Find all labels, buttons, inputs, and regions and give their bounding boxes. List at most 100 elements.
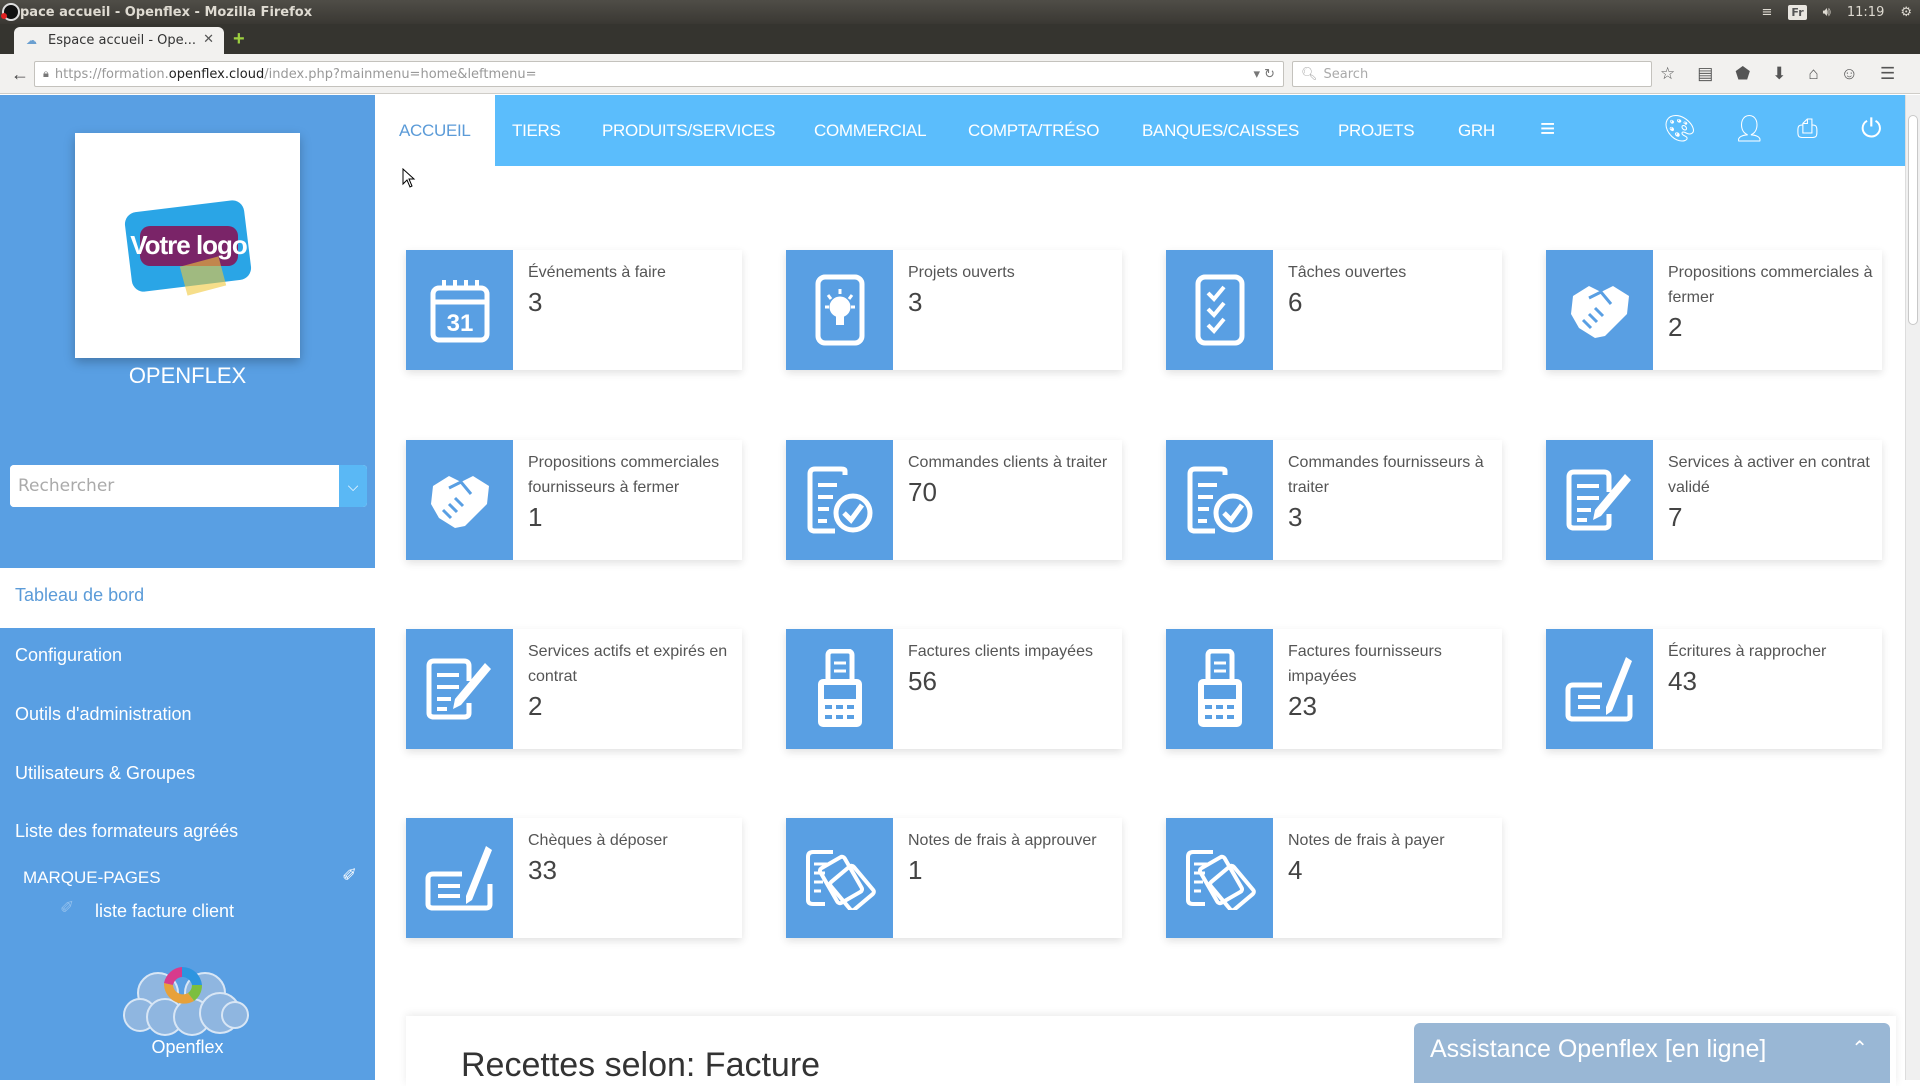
logo-text: Votre logo (130, 229, 248, 260)
card-value[interactable]: 70 (908, 475, 1113, 509)
dashboard-card[interactable]: Factures fournisseurs impayées 23 (1166, 629, 1502, 749)
home-icon[interactable]: ⌂ (1808, 64, 1818, 84)
card-value[interactable]: 2 (1668, 310, 1873, 344)
card-title: Projets ouverts (908, 264, 1015, 281)
tab-grh[interactable]: GRH (1458, 95, 1495, 166)
hamburger-icon[interactable]: ≡ (1540, 113, 1555, 144)
tab-commercial[interactable]: COMMERCIAL (814, 95, 927, 166)
bookmark-icon[interactable]: ✐ (342, 865, 357, 886)
dashboard-card[interactable]: Notes de frais à payer 4 (1166, 818, 1502, 938)
dashboard-card[interactable]: Notes de frais à approuver 1 (786, 818, 1122, 938)
tab-tiers[interactable]: TIERS (512, 95, 561, 166)
hamburger-menu-icon[interactable]: ☰ (1880, 64, 1895, 84)
reload-icon[interactable]: ▾ ↻ (1253, 67, 1275, 82)
dashboard-card[interactable]: Propositions commerciales à fermer 2 (1546, 250, 1882, 370)
dashboard-card[interactable]: Commandes clients à traiter 70 (786, 440, 1122, 560)
card-value[interactable]: 3 (528, 285, 733, 319)
company-name: OPENFLEX (128, 363, 247, 388)
browser-toolbar-icons: ☆ ▤ ⬟ ⬇ ⌂ ☺ ☰ (1660, 61, 1895, 87)
card-value[interactable]: 33 (528, 853, 733, 887)
user-icon[interactable]: 👤︎ (1733, 113, 1766, 144)
card-value[interactable]: 6 (1288, 285, 1493, 319)
card-value[interactable]: 4 (1288, 853, 1493, 887)
card-label: Commandes clients à traiter 70 (908, 450, 1113, 509)
browser-tab[interactable]: ☁ Espace accueil - Ope... ✕ (14, 27, 224, 54)
card-title: Commandes clients à traiter (908, 454, 1108, 471)
palette-icon[interactable]: 🎨︎ (1663, 113, 1696, 144)
card-title: Écritures à rapprocher (1668, 643, 1827, 660)
os-logo-icon (1, 3, 20, 21)
card-title: Tâches ouvertes (1288, 264, 1407, 281)
company-logo[interactable]: Votre logo (75, 133, 300, 358)
sidebar-search[interactable]: ⌵ (10, 465, 367, 507)
sidebar-item-tableau-de-bord[interactable]: Tableau de bord (0, 568, 375, 628)
card-value[interactable]: 3 (1288, 500, 1493, 534)
card-label: Écritures à rapprocher 43 (1668, 639, 1873, 698)
url-bar[interactable]: 🔒︎ https://formation. openflex.cloud/inde… (34, 61, 1284, 87)
dashboard-card[interactable]: Chèques à déposer 33 (406, 818, 742, 938)
assistance-chat-widget[interactable]: Assistance Openflex [en ligne] ⌃ (1414, 1023, 1890, 1083)
card-value[interactable]: 1 (908, 853, 1113, 887)
card-title: Événements à faire (528, 264, 666, 281)
payment-terminal-icon (786, 629, 893, 749)
bookmark-item[interactable]: liste facture client (95, 901, 234, 922)
dashboard-card[interactable]: Services à activer en contrat validé 7 (1546, 440, 1882, 560)
sidebar-search-input[interactable] (10, 465, 340, 507)
volume-icon[interactable]: 🔊︎ (1823, 5, 1831, 20)
power-icon[interactable]: ⏻ (1861, 113, 1882, 145)
star-icon[interactable]: ☆ (1660, 64, 1675, 84)
close-tab-icon[interactable]: ✕ (203, 32, 214, 47)
wifi-icon[interactable]: ≡ (1762, 5, 1773, 20)
card-value[interactable]: 1 (528, 500, 733, 534)
card-label: Services actifs et expirés en contrat 2 (528, 639, 733, 723)
tab-produits-services[interactable]: PRODUITS/SERVICES (602, 95, 775, 166)
card-value[interactable]: 43 (1668, 664, 1873, 698)
dashboard-card[interactable]: 31 Événements à faire 3 (406, 250, 742, 370)
download-icon[interactable]: ⬇ (1772, 64, 1786, 84)
url-prefix: https://formation. (54, 66, 169, 82)
bookmarks-title: MARQUE-PAGES (23, 868, 161, 887)
card-value[interactable]: 3 (908, 285, 1113, 319)
browser-search-input[interactable]: 🔍︎ Search (1292, 61, 1652, 87)
reading-list-icon[interactable]: ▤ (1697, 64, 1713, 84)
openflex-footer-label: Openflex (151, 1037, 224, 1057)
dashboard-card[interactable]: Projets ouverts 3 (786, 250, 1122, 370)
dashboard-card[interactable]: Écritures à rapprocher 43 (1546, 629, 1882, 749)
keyboard-layout-indicator[interactable]: Fr (1788, 4, 1807, 20)
dashboard-card[interactable]: Services actifs et expirés en contrat 2 (406, 629, 742, 749)
print-icon[interactable]: ⎙ (1797, 113, 1818, 145)
card-label: Notes de frais à approuver 1 (908, 828, 1113, 887)
sidebar-item-utilisateurs-groupes[interactable]: Utilisateurs & Groupes (15, 763, 195, 784)
dashboard-card[interactable]: Commandes fournisseurs à traiter 3 (1166, 440, 1502, 560)
card-value[interactable]: 23 (1288, 689, 1493, 723)
pocket-icon[interactable]: ⬟ (1735, 64, 1750, 84)
scrollbar-thumb[interactable] (1908, 115, 1918, 325)
chevron-down-icon[interactable]: ⌵ (339, 465, 367, 507)
back-arrow-icon[interactable]: ← (8, 62, 32, 86)
tab-projets[interactable]: PROJETS (1338, 95, 1415, 166)
sidebar-item-outils-administration[interactable]: Outils d'administration (15, 704, 192, 725)
chevron-up-icon[interactable]: ⌃ (1851, 1023, 1868, 1075)
dashboard-card[interactable]: Propositions commerciales fournisseurs à… (406, 440, 742, 560)
clock[interactable]: 11:19 (1847, 5, 1884, 20)
sidebar-item-formateurs[interactable]: Liste des formateurs agréés (15, 821, 238, 842)
card-value[interactable]: 56 (908, 664, 1113, 698)
dashboard-card[interactable]: Factures clients impayées 56 (786, 629, 1122, 749)
tab-banques-caisses[interactable]: BANQUES/CAISSES (1142, 95, 1299, 166)
handshake-icon (1546, 250, 1653, 370)
cheque-sign-icon (1546, 629, 1653, 749)
card-value[interactable]: 7 (1668, 500, 1873, 534)
card-value[interactable]: 2 (528, 689, 733, 723)
dashboard-card[interactable]: Tâches ouvertes 6 (1166, 250, 1502, 370)
sidebar-item-configuration[interactable]: Configuration (15, 645, 122, 666)
order-check-icon (786, 440, 893, 560)
new-tab-icon[interactable]: + (233, 29, 251, 49)
settings-gear-icon[interactable]: ⚙ (1900, 5, 1912, 20)
window-title: pace accueil - Openflex - Mozilla Firefo… (20, 4, 313, 20)
tab-compta-treso[interactable]: COMPTA/TRÉSO (968, 95, 1099, 166)
page-scrollbar[interactable] (1905, 95, 1920, 1080)
tab-accueil[interactable]: ACCUEIL (375, 95, 495, 166)
cheque-sign-icon (406, 818, 513, 938)
card-title: Chèques à déposer (528, 832, 668, 849)
chat-icon[interactable]: ☺ (1841, 64, 1858, 84)
